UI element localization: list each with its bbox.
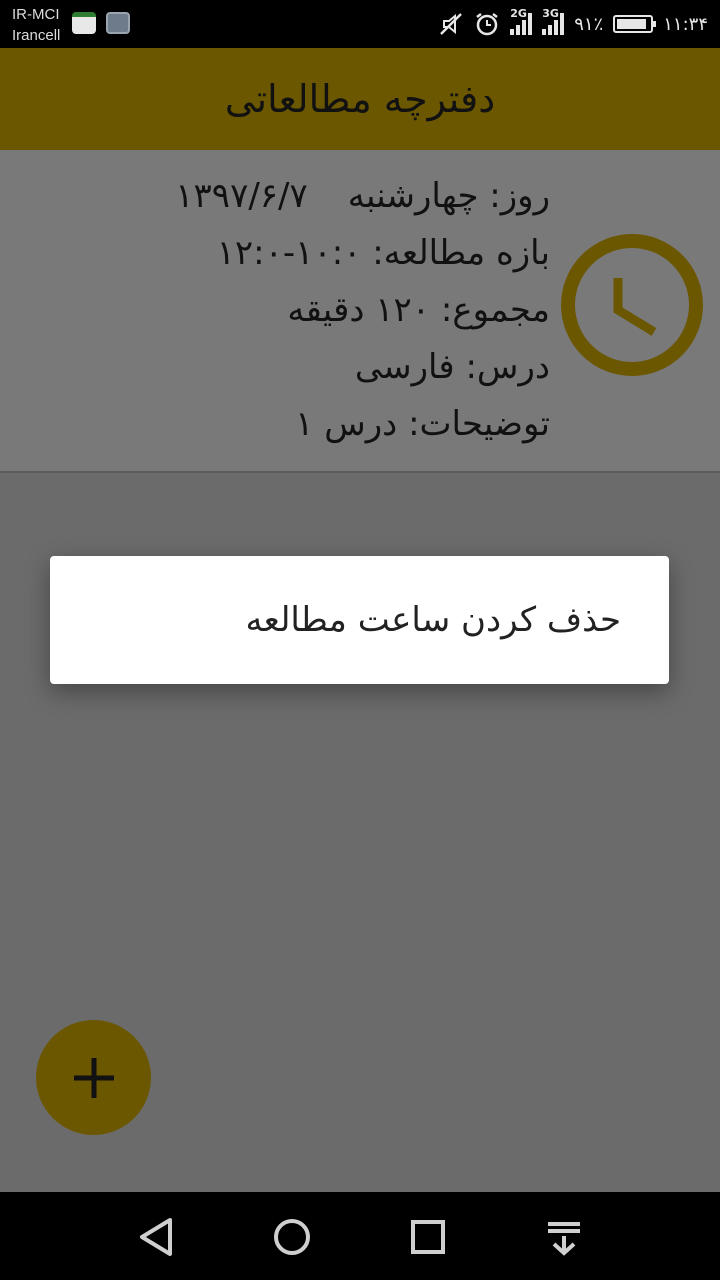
notification-icons (72, 12, 130, 34)
signal-icon-1: 2G (510, 7, 533, 35)
carrier-1: IR-MCI (12, 6, 60, 23)
battery-percent: ۹۱٪ (574, 13, 604, 35)
battery-fill (617, 19, 647, 29)
muted-icon (440, 13, 463, 35)
signal-icon-2: 3G (542, 7, 565, 35)
delete-study-time-option[interactable]: حذف کردن ساعت مطالعه (245, 556, 621, 684)
battery-icon (613, 15, 657, 33)
notification-pull-icon[interactable] (539, 1212, 589, 1262)
entry-date: ۱۳۹۷/۶/۷ (175, 176, 308, 216)
navigation-bar (0, 1192, 720, 1280)
network-type-1: 2G (510, 7, 527, 20)
status-indicators: 2G 3G ۹۱٪ ۱۱:۳۴ (438, 7, 708, 40)
back-icon[interactable] (132, 1212, 182, 1262)
plus-icon (73, 1057, 114, 1098)
context-menu-dialog: حذف کردن ساعت مطالعه (50, 556, 669, 684)
add-entry-button[interactable] (36, 1020, 151, 1135)
entry-range: بازه مطالعه: ۱۰:۰-۱۲:۰ (216, 233, 550, 273)
carrier-2: Irancell (12, 27, 61, 44)
app-title: دفترچه مطالعاتی (224, 77, 496, 121)
carrier-info: IR-MCI Irancell (12, 4, 60, 46)
entry-day: روز: چهارشنبه (347, 176, 550, 216)
recents-icon[interactable] (403, 1212, 453, 1262)
image-notification-icon (106, 12, 130, 34)
status-bar: IR-MCI Irancell 2G 3G ۹۱٪ ۱۱:۳۴ (0, 0, 720, 48)
calendar-notification-icon (72, 12, 96, 34)
clock-icon (561, 234, 703, 376)
clock-time: ۱۱:۳۴ (663, 13, 708, 35)
entry-details: روز: چهارشنبه ۱۳۹۷/۶/۷ بازه مطالعه: ۱۰:۰-… (30, 168, 550, 453)
entry-lesson: درس: فارسی (354, 347, 550, 387)
entry-notes: توضیحات: درس ۱ (295, 404, 550, 444)
study-entry-card[interactable]: روز: چهارشنبه ۱۳۹۷/۶/۷ بازه مطالعه: ۱۰:۰-… (0, 150, 720, 473)
entry-total: مجموع: ۱۲۰ دقیقه (287, 290, 550, 330)
network-type-2: 3G (542, 7, 559, 20)
entry-day-row: روز: چهارشنبه ۱۳۹۷/۶/۷ (30, 168, 550, 225)
app-bar: دفترچه مطالعاتی (0, 48, 720, 150)
home-icon[interactable] (267, 1212, 317, 1262)
alarm-icon (476, 13, 498, 36)
